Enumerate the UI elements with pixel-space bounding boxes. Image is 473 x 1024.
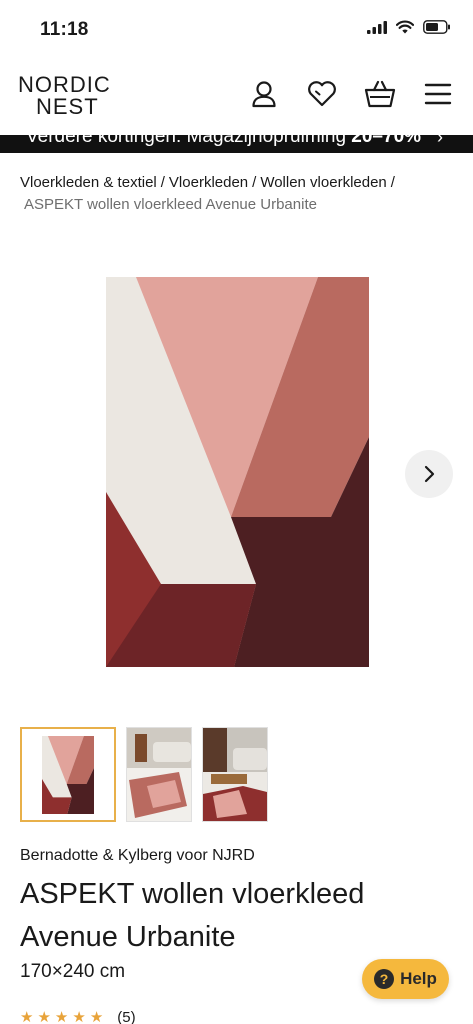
breadcrumb: Vloerkleden & textiel / Vloerkleden / Wollen… <box>20 172 460 216</box>
brand-designer[interactable]: Bernadotte & Kylberg <box>20 847 172 864</box>
product-title: ASPEKT wollen vloerkleed Avenue Urbanite <box>20 878 365 953</box>
breadcrumb-current: ASPEKT wollen vloerkleed Avenue Urbanite <box>24 196 317 213</box>
battery-icon <box>423 20 450 34</box>
thumbnail-image <box>203 728 267 821</box>
product-size: 170×240 cm <box>20 961 126 982</box>
product-image-rug <box>106 277 369 667</box>
help-label: Help <box>400 969 437 988</box>
next-image-button[interactable] <box>405 450 453 498</box>
question-icon: ? <box>374 969 395 989</box>
chevron-right-icon: › <box>437 135 443 147</box>
breadcrumb-separator: / <box>160 174 165 191</box>
help-button[interactable]: ? Help <box>362 959 449 999</box>
breadcrumb-item[interactable]: Vloerkleden <box>169 174 248 191</box>
breadcrumb-separator: / <box>390 174 395 191</box>
account-icon[interactable] <box>248 78 280 110</box>
promo-text: Verdere kortingen: Magazijnopruiming 20–… <box>26 135 421 148</box>
product-image-gallery[interactable] <box>0 250 473 700</box>
status-bar: 11:18 <box>0 0 473 60</box>
breadcrumb-item[interactable]: Wollen vloerkleden <box>260 174 386 191</box>
thumbnail-room-table[interactable] <box>202 727 268 822</box>
status-icons <box>367 20 451 34</box>
star-icon: ★ <box>72 1009 86 1024</box>
product-brand: Bernadotte & Kylberg voor NJRD <box>20 847 255 865</box>
menu-hamburger-icon[interactable] <box>422 78 454 110</box>
breadcrumb-separator: / <box>252 174 257 191</box>
thumbnail-image <box>42 735 94 814</box>
promo-discount: 20–70% <box>351 135 422 147</box>
brand-maker[interactable]: NJRD <box>212 847 255 864</box>
chevron-right-icon <box>424 465 435 483</box>
promo-message: Verdere kortingen: Magazijnopruiming <box>26 135 347 147</box>
breadcrumb-item[interactable]: Vloerkleden & textiel <box>20 174 157 191</box>
cart-basket-icon[interactable] <box>364 78 396 110</box>
review-count[interactable]: (5) <box>117 1009 135 1024</box>
thumbnail-room-sofa[interactable] <box>126 727 192 822</box>
thumbnail-rug[interactable] <box>20 727 116 822</box>
logo-line2: NEST <box>36 94 99 119</box>
product-rating[interactable]: ★ ★ ★ ★ ★ (5) <box>20 1008 136 1024</box>
star-icon: ★ <box>89 1009 104 1024</box>
star-icon: ★ <box>20 1009 34 1024</box>
star-icon: ★ <box>37 1009 51 1024</box>
wifi-icon <box>396 20 414 34</box>
thumbnail-strip <box>20 727 268 822</box>
promo-banner[interactable]: Verdere kortingen: Magazijnopruiming 20–… <box>0 135 473 153</box>
signal-icon <box>367 20 387 34</box>
status-time: 11:18 <box>40 19 89 40</box>
thumbnail-image <box>127 728 191 821</box>
site-header: NORDIC NEST <box>0 60 473 135</box>
nordic-nest-logo[interactable]: NORDIC NEST <box>18 74 111 118</box>
star-icon: ★ <box>54 1009 69 1024</box>
brand-connector: voor <box>176 847 208 864</box>
wishlist-heart-icon[interactable] <box>306 78 338 110</box>
